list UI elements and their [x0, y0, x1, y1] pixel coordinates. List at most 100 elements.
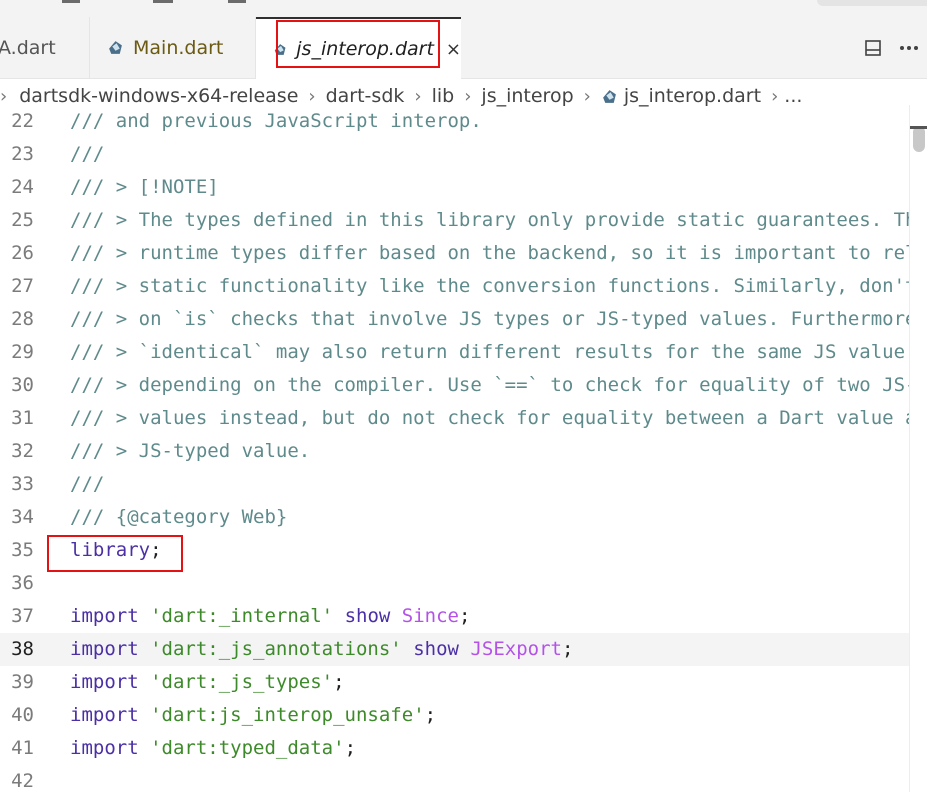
more-actions-icon[interactable] — [891, 30, 927, 66]
code-text: import 'dart:typed_data'; — [70, 732, 356, 765]
code-line[interactable]: 28 /// > on `is` checks that involve JS t… — [0, 303, 909, 336]
chevron-right-icon: › — [414, 85, 422, 107]
tab-a-dart[interactable]: A.dart — [0, 17, 90, 78]
code-text: /// > runtime types differ based on the … — [70, 237, 909, 270]
close-icon[interactable]: × — [446, 39, 461, 60]
breadcrumb-item[interactable]: dart-sdk — [326, 85, 405, 107]
dart-file-icon — [274, 43, 286, 55]
tab-js-interop-dart[interactable]: js_interop.dart × — [256, 17, 461, 79]
line-number: 30 — [11, 374, 34, 396]
code-line[interactable]: 34 /// {@category Web} — [0, 501, 909, 534]
code-text: /// > depending on the compiler. Use `==… — [70, 369, 909, 402]
code-line[interactable]: 37 import 'dart:_internal' show Since; — [0, 600, 909, 633]
code-token-kw: library — [70, 539, 151, 561]
code-line[interactable]: 33 /// — [0, 468, 909, 501]
code-line[interactable]: 27 /// > static functionality like the co… — [0, 270, 909, 303]
line-number: 41 — [11, 737, 34, 759]
line-number: 23 — [11, 143, 34, 165]
line-number: 22 — [11, 110, 34, 132]
code-text: import 'dart:_js_annotations' show JSExp… — [70, 633, 573, 666]
code-text: import 'dart:js_interop_unsafe'; — [70, 699, 436, 732]
line-number: 27 — [11, 275, 34, 297]
code-token-kw: import — [70, 638, 139, 660]
code-token-str: 'dart:_js_annotations' — [150, 638, 402, 660]
line-number: 28 — [11, 308, 34, 330]
code-text: import 'dart:_js_types'; — [70, 666, 345, 699]
title-search-box[interactable] — [817, 0, 927, 6]
code-text: import 'dart:_internal' show Since; — [70, 600, 470, 633]
code-token-comment: /// > `identical` may also return differ… — [70, 341, 906, 363]
split-editor-icon[interactable] — [855, 30, 891, 66]
code-text: /// > JS-typed value. — [70, 435, 310, 468]
code-token-comment: /// > values instead, but do not check f… — [70, 407, 909, 429]
code-line[interactable]: 40 import 'dart:js_interop_unsafe'; — [0, 699, 909, 732]
tab-main-dart[interactable]: Main.dart — [90, 17, 256, 78]
code-token-comment: /// — [70, 473, 105, 495]
breadcrumb-item[interactable]: ... — [784, 85, 802, 107]
code-line[interactable]: 38 import 'dart:_js_annotations' show JSE… — [0, 633, 909, 666]
code-line[interactable]: 31 /// > values instead, but do not check… — [0, 402, 909, 435]
code-token-plain: ; — [424, 704, 437, 726]
tab-label: js_interop.dart — [296, 38, 434, 60]
code-line[interactable]: 39 import 'dart:_js_types'; — [0, 666, 909, 699]
code-line[interactable]: 26 /// > runtime types differ based on th… — [0, 237, 909, 270]
title-fragment — [228, 0, 246, 3]
line-number: 25 — [11, 209, 34, 231]
line-number: 40 — [11, 704, 34, 726]
code-text: /// > The types defined in this library … — [70, 204, 909, 237]
code-token-comment: /// > on `is` checks that involve JS typ… — [70, 308, 909, 330]
code-token-comment: /// > [!NOTE] — [70, 176, 219, 198]
code-text: /// > on `is` checks that involve JS typ… — [70, 303, 909, 336]
code-editor[interactable]: 22 /// and previous JavaScript interop. 23… — [0, 105, 909, 792]
chevron-right-icon: › — [583, 85, 591, 107]
code-line[interactable]: 41 import 'dart:typed_data'; — [0, 732, 909, 765]
code-line[interactable]: 42 — [0, 765, 909, 792]
code-line[interactable]: 24 /// > [!NOTE] — [0, 171, 909, 204]
line-number: 42 — [11, 770, 34, 792]
scrollbar-thumb[interactable] — [913, 126, 925, 152]
breadcrumb-item[interactable]: lib — [432, 85, 455, 107]
title-fragment — [153, 0, 173, 3]
code-line[interactable]: 25 /// > The types defined in this librar… — [0, 204, 909, 237]
code-line[interactable]: 23 /// — [0, 138, 909, 171]
code-token-str: 'dart:typed_data' — [150, 737, 345, 759]
code-text: library; — [70, 534, 162, 567]
code-token-plain: ; — [459, 605, 471, 627]
code-text: /// > `identical` may also return differ… — [70, 336, 905, 369]
tab-label: A.dart — [0, 36, 56, 59]
code-token-comment: /// {@category Web} — [70, 506, 288, 528]
breadcrumb-item[interactable]: js_interop — [481, 85, 573, 107]
breadcrumb-item[interactable]: dartsdk-windows-x64-release — [19, 85, 298, 107]
dart-file-icon — [109, 41, 122, 54]
code-token-str: 'dart:_js_types' — [150, 671, 334, 693]
code-line[interactable]: 32 /// > JS-typed value. — [0, 435, 909, 468]
line-number: 29 — [11, 341, 34, 363]
code-line[interactable]: 35 library; — [0, 534, 909, 567]
code-token-str: 'dart:_internal' — [150, 605, 334, 627]
breadcrumb-item[interactable]: js_interop.dart — [624, 85, 761, 107]
code-token-type: JSExport — [470, 638, 562, 660]
code-line[interactable]: 29 /// > `identical` may also return diff… — [0, 336, 909, 369]
line-number: 34 — [11, 506, 34, 528]
code-text: /// > static functionality like the conv… — [70, 270, 909, 303]
dart-file-icon — [602, 89, 616, 103]
line-number: 24 — [11, 176, 34, 198]
line-number: 38 — [11, 638, 34, 660]
vertical-scrollbar[interactable] — [909, 105, 927, 792]
code-line[interactable]: 30 /// > depending on the compiler. Use `… — [0, 369, 909, 402]
code-token-plain: ; — [561, 638, 574, 660]
code-token-comment: /// — [70, 143, 105, 165]
line-number: 35 — [11, 539, 34, 561]
code-line[interactable]: 36 — [0, 567, 909, 600]
code-line[interactable]: 22 /// and previous JavaScript interop. — [0, 105, 909, 138]
scrollbar-cursor-marker — [910, 126, 927, 129]
code-token-kw: import — [70, 737, 139, 759]
code-text: /// — [70, 468, 104, 501]
